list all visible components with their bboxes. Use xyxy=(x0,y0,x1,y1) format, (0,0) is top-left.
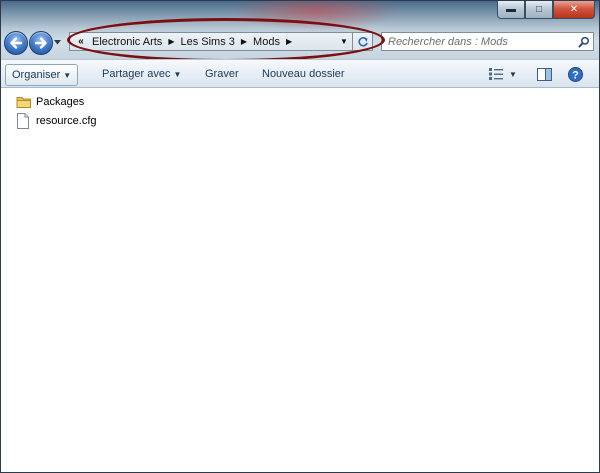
preview-pane-icon xyxy=(536,67,552,81)
magnifier-glyph xyxy=(578,36,589,47)
chevron-down-icon xyxy=(53,39,61,44)
share-with-label: Partager avec xyxy=(102,68,171,80)
change-view-button[interactable]: ▼ xyxy=(486,66,520,82)
title-bar: ▬ □ ✕ « Electronic Arts ▶ Les Sims 3 ▶ M… xyxy=(1,1,599,59)
help-icon: ? xyxy=(567,66,583,82)
chevron-down-icon: ▼ xyxy=(173,70,182,79)
search-input[interactable] xyxy=(382,33,575,50)
help-button[interactable]: ? xyxy=(567,66,583,82)
list-item-packages[interactable]: Packages xyxy=(16,93,84,111)
address-overflow-chevron[interactable]: « xyxy=(74,36,88,47)
close-button[interactable]: ✕ xyxy=(553,1,595,19)
arrow-right-icon xyxy=(34,37,47,49)
window-controls: ▬ □ ✕ xyxy=(497,1,595,19)
address-history-dropdown-icon[interactable]: ▼ xyxy=(336,37,352,46)
breadcrumb-separator-icon[interactable]: ▶ xyxy=(239,37,249,46)
address-bar[interactable]: « Electronic Arts ▶ Les Sims 3 ▶ Mods ▶ … xyxy=(69,32,353,51)
list-item-resource-cfg[interactable]: resource.cfg xyxy=(16,112,97,130)
breadcrumb-mods[interactable]: Mods xyxy=(249,36,284,48)
view-details-icon xyxy=(489,68,504,80)
refresh-button[interactable] xyxy=(353,32,373,51)
arrow-left-icon xyxy=(10,37,23,49)
forward-button[interactable] xyxy=(29,31,53,55)
new-folder-button[interactable]: Nouveau dossier xyxy=(256,64,351,84)
breadcrumb-les-sims-3[interactable]: Les Sims 3 xyxy=(176,36,238,48)
share-with-button[interactable]: Partager avec ▼ xyxy=(96,64,187,84)
recent-pages-button[interactable] xyxy=(53,38,61,46)
file-name: Packages xyxy=(36,96,85,108)
search-box[interactable] xyxy=(381,32,594,51)
new-folder-label: Nouveau dossier xyxy=(262,68,345,80)
burn-button[interactable]: Graver xyxy=(199,64,245,84)
organize-label: Organiser xyxy=(12,69,61,81)
explorer-window: ▬ □ ✕ « Electronic Arts ▶ Les Sims 3 ▶ M… xyxy=(0,0,600,473)
maximize-button[interactable]: □ xyxy=(525,1,553,19)
organize-button[interactable]: Organiser ▼ xyxy=(5,64,79,86)
breadcrumb-separator-icon[interactable]: ▶ xyxy=(284,37,294,46)
chevron-down-icon: ▼ xyxy=(509,69,517,79)
chevron-down-icon: ▼ xyxy=(63,71,72,80)
file-name: resource.cfg xyxy=(36,115,97,127)
preview-pane-button[interactable] xyxy=(536,66,552,82)
minimize-button[interactable]: ▬ xyxy=(497,1,525,19)
command-bar: Organiser ▼ Partager avec ▼ Graver Nouveau… xyxy=(1,59,599,88)
glass-reflection xyxy=(231,1,401,31)
file-list: Packages resource.cfg xyxy=(1,88,599,472)
svg-text:?: ? xyxy=(572,69,579,81)
breadcrumb-separator-icon[interactable]: ▶ xyxy=(166,37,176,46)
refresh-icon xyxy=(357,36,368,47)
search-icon[interactable] xyxy=(575,36,593,48)
folder-icon xyxy=(16,94,32,110)
file-icon xyxy=(16,113,32,129)
breadcrumb-electronic-arts[interactable]: Electronic Arts xyxy=(88,36,166,48)
back-button[interactable] xyxy=(4,31,28,55)
burn-label: Graver xyxy=(205,68,239,80)
